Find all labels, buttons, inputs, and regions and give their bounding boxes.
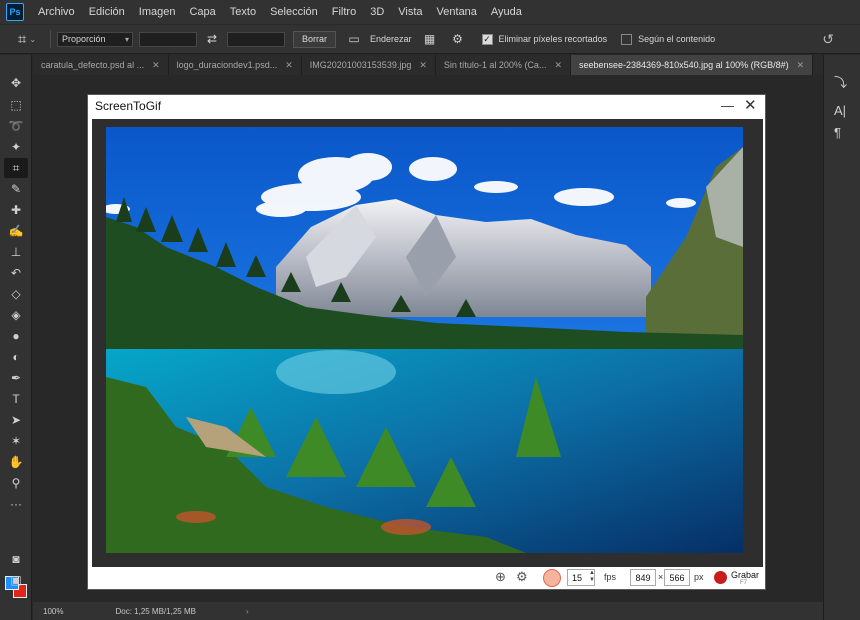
- ratio-width-input[interactable]: [139, 31, 197, 47]
- move-tool-icon[interactable]: ✥: [4, 73, 28, 93]
- dodge-tool-icon[interactable]: ◐: [4, 347, 28, 367]
- reset-icon[interactable]: ↺: [822, 31, 834, 48]
- zoom-tool-icon[interactable]: ⚲: [4, 473, 28, 493]
- delete-cropped-checkbox[interactable]: ✓: [481, 33, 493, 45]
- screentogif-window: ScreenToGif — ✕ ⊕ ⚙ 15 ▲ ▼ fps 849 × 566…: [87, 94, 766, 590]
- magic-wand-tool-icon[interactable]: ✦: [4, 137, 28, 157]
- record-button[interactable]: Grabar: [731, 570, 759, 580]
- record-icon[interactable]: [714, 571, 727, 584]
- photoshop-logo: Ps: [6, 3, 24, 21]
- tab-document-active[interactable]: seebensee-2384369-810x540.jpg al 100% (R…: [571, 55, 814, 75]
- close-icon[interactable]: ✕: [744, 96, 757, 114]
- brush-tool-icon[interactable]: ✍: [4, 221, 28, 241]
- tab-label: Sin título-1 al 200% (Ca...: [443, 60, 547, 70]
- content-aware-checkbox[interactable]: [621, 33, 633, 45]
- eyedropper-tool-icon[interactable]: ✎: [4, 179, 28, 199]
- ratio-select-value: Proporción: [62, 34, 106, 44]
- fps-indicator-icon: [543, 569, 561, 587]
- close-icon[interactable]: ✕: [797, 60, 805, 71]
- capture-frame: [92, 119, 763, 567]
- healing-brush-tool-icon[interactable]: ✚: [4, 200, 28, 220]
- clone-stamp-tool-icon[interactable]: ⊥: [4, 242, 28, 262]
- px-label: px: [694, 572, 704, 582]
- tab-label: logo_duraciondev1.psd...: [176, 60, 278, 70]
- hand-tool-icon[interactable]: ✋: [4, 452, 28, 472]
- content-aware-label: Según el contenido: [638, 34, 716, 44]
- crop-tool-icon[interactable]: ⌗: [4, 158, 28, 178]
- status-bar: 100% Doc: 1,25 MB/1,25 MB ›: [33, 602, 823, 620]
- lasso-tool-icon[interactable]: ➰: [4, 116, 28, 136]
- eraser-tool-icon[interactable]: ◇: [4, 284, 28, 304]
- tab-document[interactable]: logo_duraciondev1.psd... ✕: [169, 55, 302, 75]
- tools-panel: ✥ ⬚ ➰ ✦ ⌗ ✎ ✚ ✍ ⊥ ↶ ◇ ◈ ● ◐ ✒ T ➤ ✶ ✋ ⚲ …: [0, 55, 32, 620]
- window-title: ScreenToGif: [95, 99, 162, 113]
- paint-bucket-tool-icon[interactable]: ◈: [4, 305, 28, 325]
- width-input[interactable]: 849: [630, 569, 656, 586]
- menu-vista[interactable]: Vista: [398, 6, 422, 18]
- menu-ventana[interactable]: Ventana: [437, 6, 477, 18]
- history-brush-tool-icon[interactable]: ↶: [4, 263, 28, 283]
- gear-icon[interactable]: ⚙: [448, 32, 468, 46]
- tab-label: IMG20201003153539.jpg: [309, 60, 412, 70]
- menu-filtro[interactable]: Filtro: [332, 6, 356, 18]
- menu-texto[interactable]: Texto: [230, 6, 256, 18]
- tab-document[interactable]: Sin título-1 al 200% (Ca... ✕: [436, 55, 571, 75]
- delete-cropped-label: Eliminar píxeles recortados: [498, 34, 608, 44]
- height-input[interactable]: 566: [664, 569, 690, 586]
- fps-label: fps: [604, 572, 617, 582]
- pen-tool-icon[interactable]: ✒: [4, 368, 28, 388]
- paragraph-panel-icon[interactable]: ¶: [834, 125, 841, 140]
- crosshair-icon[interactable]: ⊕: [495, 569, 506, 585]
- menu-imagen[interactable]: Imagen: [139, 6, 176, 18]
- tab-label: caratula_defecto.psd al ...: [41, 60, 145, 70]
- minimize-icon[interactable]: —: [721, 98, 734, 113]
- chevron-right-icon[interactable]: ›: [246, 607, 249, 616]
- spinner-arrows-icon[interactable]: ▲ ▼: [589, 570, 595, 584]
- settings-gears-icon[interactable]: ⚙: [516, 569, 528, 585]
- clear-button[interactable]: Borrar: [293, 30, 337, 48]
- close-icon[interactable]: ✕: [419, 60, 427, 71]
- menu-archivo[interactable]: Archivo: [38, 6, 75, 18]
- ratio-height-input[interactable]: [227, 31, 285, 47]
- character-panel-icon[interactable]: A|: [834, 103, 846, 118]
- crop-tool-preset-icon[interactable]: ⌗ ⌄: [10, 27, 44, 51]
- close-icon[interactable]: ✕: [285, 60, 293, 71]
- more-tools-icon[interactable]: ···: [4, 494, 28, 514]
- straighten-label[interactable]: Enderezar: [370, 34, 412, 44]
- ratio-select[interactable]: Proporción ▾: [57, 31, 133, 47]
- document-size: Doc: 1,25 MB/1,25 MB: [115, 606, 196, 616]
- path-selection-tool-icon[interactable]: ➤: [4, 410, 28, 430]
- tab-document[interactable]: caratula_defecto.psd al ... ✕: [33, 55, 169, 75]
- shape-tool-icon[interactable]: ✶: [4, 431, 28, 451]
- menu-edicion[interactable]: Edición: [89, 6, 125, 18]
- times-label: ×: [658, 572, 664, 582]
- zoom-level[interactable]: 100%: [43, 607, 63, 616]
- record-shortcut: F7: [740, 580, 748, 586]
- lake-mountain-image: [106, 127, 743, 553]
- menu-ayuda[interactable]: Ayuda: [491, 6, 522, 18]
- straighten-icon[interactable]: ▭: [344, 32, 364, 46]
- grid-overlay-icon[interactable]: ▦: [420, 32, 440, 46]
- swap-icon[interactable]: ⇄: [203, 32, 221, 46]
- options-bar: ⌗ ⌄ Proporción ▾ ⇄ Borrar ▭ Enderezar ▦ ⚙…: [0, 24, 860, 54]
- tab-label: seebensee-2384369-810x540.jpg al 100% (R…: [579, 60, 789, 70]
- close-icon[interactable]: ✕: [152, 60, 160, 71]
- right-panel-dock: ⤵ A| ¶: [823, 55, 860, 620]
- landscape-photo: [106, 127, 743, 553]
- screen-mode-icon[interactable]: ▣: [4, 570, 28, 590]
- quick-mask-icon[interactable]: ◙: [4, 549, 28, 569]
- chevron-down-icon: ▾: [124, 34, 129, 44]
- menu-seleccion[interactable]: Selección: [270, 6, 318, 18]
- type-tool-icon[interactable]: T: [4, 389, 28, 409]
- menu-capa[interactable]: Capa: [189, 6, 215, 18]
- history-panel-icon[interactable]: ⤵: [834, 72, 847, 91]
- menu-3d[interactable]: 3D: [370, 6, 384, 18]
- divider: [50, 30, 51, 48]
- close-icon[interactable]: ✕: [554, 60, 562, 71]
- document-tabs: caratula_defecto.psd al ... ✕ logo_duraci…: [33, 55, 823, 75]
- marquee-tool-icon[interactable]: ⬚: [4, 95, 28, 115]
- blur-tool-icon[interactable]: ●: [4, 326, 28, 346]
- menu-bar: Ps Archivo Edición Imagen Capa Texto Sel…: [0, 0, 860, 24]
- tab-document[interactable]: IMG20201003153539.jpg ✕: [302, 55, 436, 75]
